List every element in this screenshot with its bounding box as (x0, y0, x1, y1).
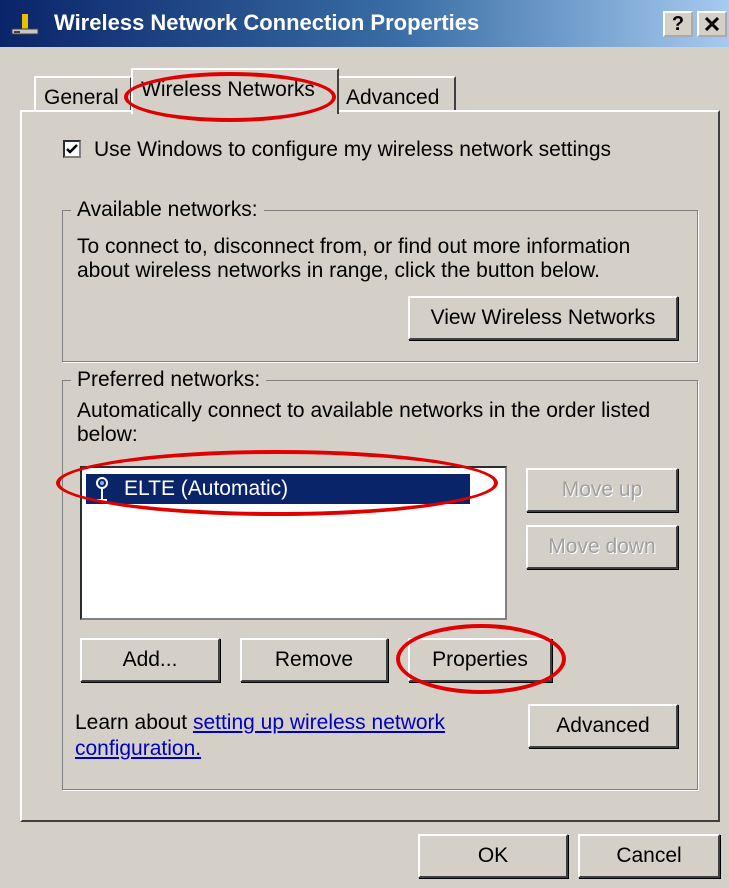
learn-about-prefix: Learn about (75, 711, 193, 734)
help-button[interactable]: ? (663, 11, 693, 37)
preferred-networks-title: Preferred networks: (71, 368, 267, 392)
tab-general[interactable]: General (34, 76, 132, 110)
close-button[interactable] (697, 11, 727, 37)
move-up-button[interactable]: Move up (526, 468, 678, 512)
network-connection-icon (11, 14, 39, 35)
view-wireless-networks-button[interactable]: View Wireless Networks (408, 296, 678, 340)
available-networks-description: To connect to, disconnect from, or find … (77, 235, 631, 282)
move-down-button[interactable]: Move down (526, 525, 678, 569)
ok-button[interactable]: OK (418, 834, 568, 878)
window-title: Wireless Network Connection Properties (54, 10, 480, 35)
learn-about-text: Learn about setting up wireless network … (75, 710, 495, 762)
use-windows-checkbox[interactable] (63, 140, 81, 158)
properties-window: Wireless Network Connection Properties ?… (0, 0, 729, 888)
advanced-button[interactable]: Advanced (528, 704, 678, 748)
tab-wireless-networks[interactable]: Wireless Networks (131, 68, 339, 114)
cancel-button[interactable]: Cancel (578, 834, 720, 878)
available-networks-title: Available networks: (71, 198, 264, 222)
list-item[interactable]: ELTE (Automatic) (86, 474, 470, 504)
title-bar[interactable]: Wireless Network Connection Properties ? (0, 0, 729, 47)
remove-button[interactable]: Remove (240, 638, 388, 682)
checkmark-icon (66, 144, 78, 154)
close-icon (705, 17, 719, 31)
network-name: ELTE (Automatic) (124, 477, 289, 500)
wireless-network-icon (96, 477, 108, 501)
tab-advanced[interactable]: Advanced (336, 76, 456, 110)
use-windows-label: Use Windows to configure my wireless net… (94, 138, 612, 161)
preferred-networks-list[interactable]: ELTE (Automatic) (80, 466, 507, 620)
properties-button[interactable]: Properties (408, 638, 552, 682)
add-button[interactable]: Add... (80, 638, 220, 682)
preferred-networks-description: Automatically connect to available netwo… (77, 399, 651, 446)
